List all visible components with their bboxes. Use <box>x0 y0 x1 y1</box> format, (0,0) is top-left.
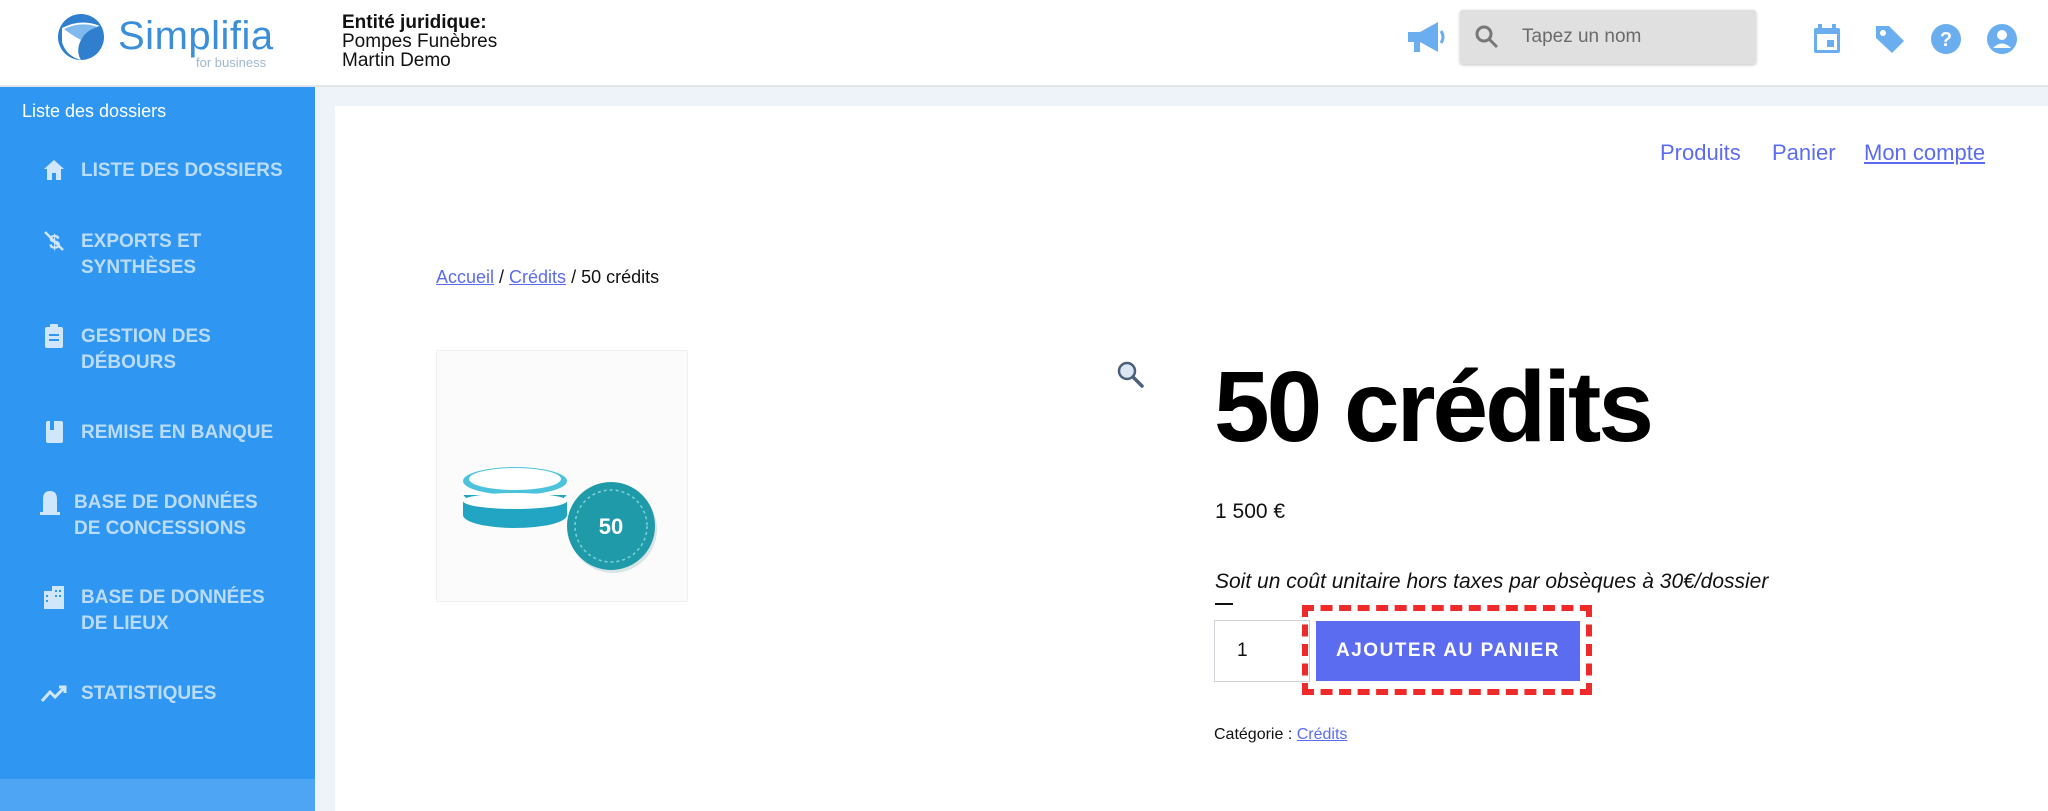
simplifia-logo[interactable]: Simplifia for business <box>56 10 296 70</box>
search-input[interactable] <box>1522 20 1742 54</box>
nav-mon-compte-link[interactable]: Mon compte <box>1864 140 1985 166</box>
calendar-icon[interactable] <box>1810 22 1844 56</box>
description-divider <box>1215 603 1233 605</box>
product-description: Soit un coût unitaire hors taxes par obs… <box>1215 570 1769 593</box>
nav-produits-link[interactable]: Produits <box>1660 140 1741 166</box>
tombstone-icon <box>40 491 60 515</box>
svg-text:?: ? <box>1940 29 1952 51</box>
money-off-icon: $ <box>44 231 64 254</box>
sidebar-item-statistiques[interactable]: STATISTIQUES <box>40 681 300 707</box>
sidebar-item-label: EXPORTS ET SYNTHÈSES <box>81 231 202 278</box>
clipboard-icon <box>45 324 63 348</box>
sidebar-item-label: LISTE DES DOSSIERS <box>81 160 283 181</box>
sidebar-item-concessions[interactable]: BASE DE DONNÉES DE CONCESSIONS <box>36 490 296 542</box>
book-icon <box>46 421 63 443</box>
sidebar-item-label: GESTION DES DÉBOURS <box>81 326 211 373</box>
product-price: 1 500 € <box>1215 500 1286 523</box>
breadcrumb-home-link[interactable]: Accueil <box>436 267 494 287</box>
quantity-input[interactable] <box>1214 620 1310 682</box>
sidebar-item-debours[interactable]: GESTION DES DÉBOURS <box>40 324 300 376</box>
coins-illustration: 50 <box>463 467 657 573</box>
megaphone-icon[interactable] <box>1404 20 1446 56</box>
highlight-annotation <box>1302 605 1592 695</box>
help-icon[interactable]: ? <box>1929 22 1963 56</box>
product-title: 50 crédits <box>1214 351 1654 463</box>
legal-entity-info: Entité juridique: Pompes Funèbres Martin… <box>342 13 497 70</box>
sidebar-item-liste-des-dossiers[interactable]: LISTE DES DOSSIERS <box>40 158 300 184</box>
account-icon[interactable] <box>1985 22 2019 56</box>
breadcrumb-separator: / <box>494 267 510 287</box>
sidebar-item-lieux[interactable]: BASE DE DONNÉES DE LIEUX <box>40 585 300 637</box>
category-label: Catégorie : <box>1214 726 1297 743</box>
sidebar-item-label: STATISTIQUES <box>81 683 217 704</box>
category-credits-link[interactable]: Crédits <box>1297 726 1348 743</box>
top-header: Simplifia for business Entité juridique:… <box>0 0 2048 87</box>
sidebar-title: Liste des dossiers <box>22 101 167 121</box>
sidebar-footer-bar <box>0 779 315 811</box>
trending-icon <box>40 685 67 702</box>
logo-icon <box>58 14 104 61</box>
breadcrumb-credits-link[interactable]: Crédits <box>509 267 566 287</box>
search-box[interactable] <box>1460 10 1756 64</box>
sidebar-item-label: BASE DE DONNÉES DE CONCESSIONS <box>74 492 258 539</box>
nav-panier-link[interactable]: Panier <box>1772 140 1836 166</box>
breadcrumb-separator: / <box>566 267 582 287</box>
sidebar-item-remise-banque[interactable]: REMISE EN BANQUE <box>40 420 300 446</box>
sidebar-item-label: REMISE EN BANQUE <box>81 422 274 443</box>
breadcrumb: Accueil / Crédits / 50 crédits <box>436 267 659 288</box>
entity-label: Entité juridique: <box>342 12 487 33</box>
product-image[interactable]: 50 <box>436 350 688 602</box>
zoom-icon[interactable] <box>1116 360 1144 388</box>
home-icon <box>44 160 64 180</box>
building-icon <box>44 586 64 609</box>
sidebar: Liste des dossiers LISTE DES DOSSIERS $ … <box>0 87 315 811</box>
entity-name-line2: Martin Demo <box>342 50 451 71</box>
coin-badge-value: 50 <box>599 514 623 539</box>
sidebar-item-exports[interactable]: $ EXPORTS ET SYNTHÈSES <box>40 229 300 281</box>
tags-icon[interactable] <box>1873 22 1907 56</box>
entity-name-line1: Pompes Funèbres <box>342 31 498 52</box>
breadcrumb-current: 50 crédits <box>581 267 660 287</box>
sidebar-item-label: BASE DE DONNÉES DE LIEUX <box>81 587 265 634</box>
logo-text: Simplifia <box>118 14 274 58</box>
logo-subtitle: for business <box>196 55 267 70</box>
product-category: Catégorie : Crédits <box>1214 726 1347 744</box>
search-icon <box>1475 25 1499 49</box>
